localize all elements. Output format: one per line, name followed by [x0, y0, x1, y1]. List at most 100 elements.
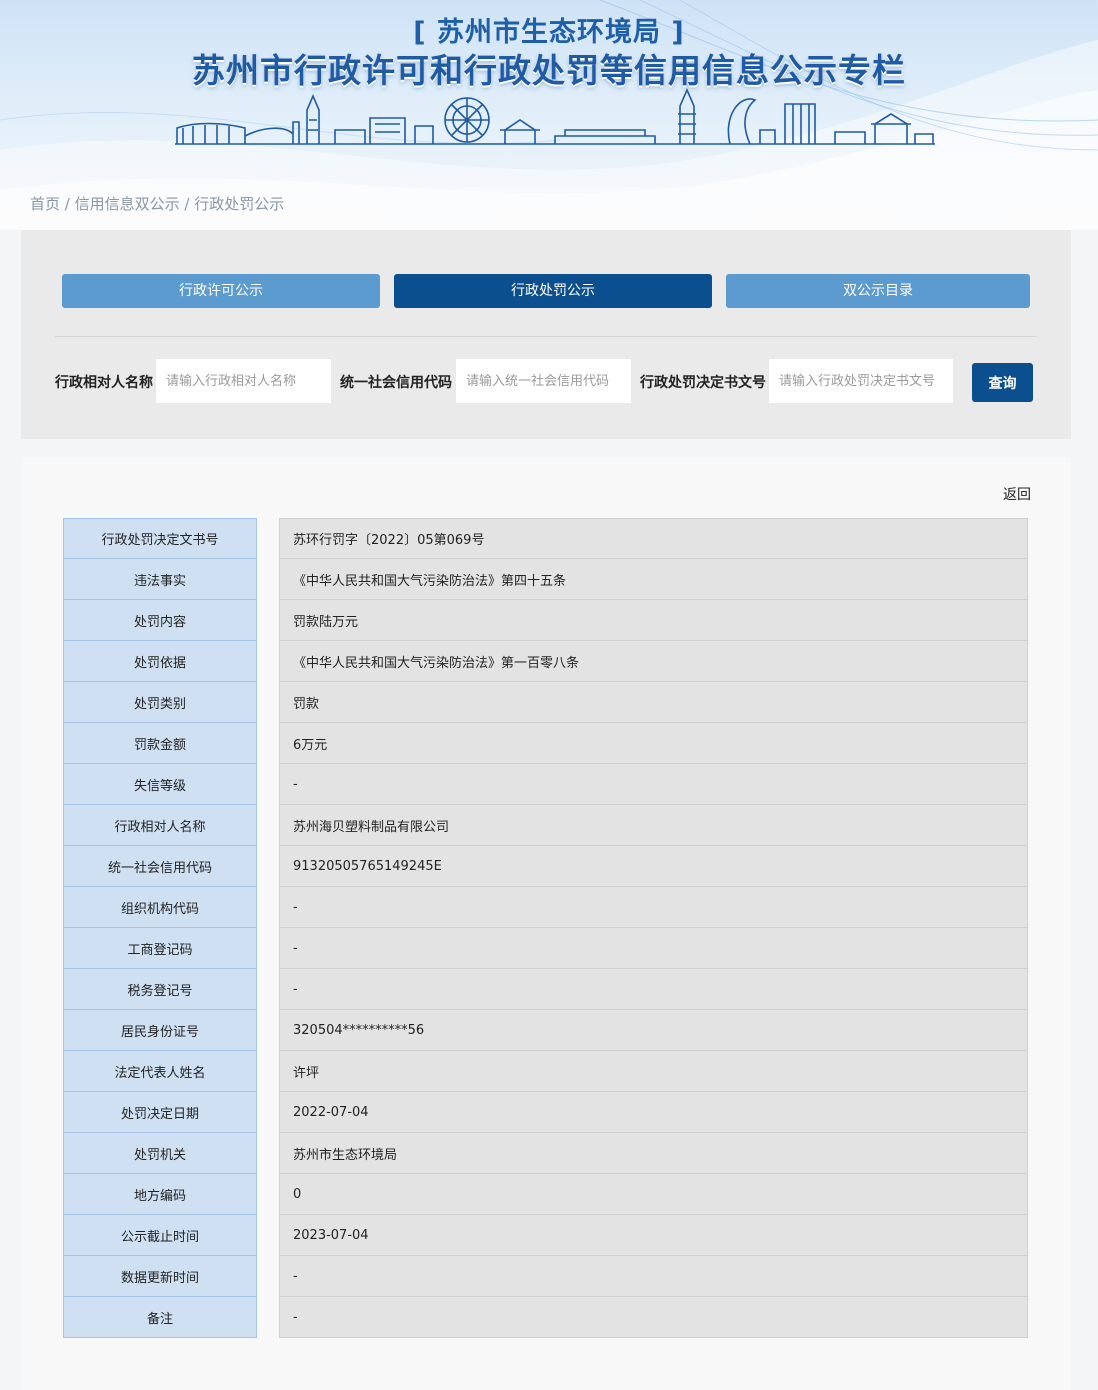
field-value: 91320505765149245E	[279, 846, 1028, 887]
field-value: 320504**********56	[279, 1010, 1028, 1051]
column-gap	[257, 518, 279, 559]
column-gap	[257, 1092, 279, 1133]
table-row: 组织机构代码 -	[63, 887, 1028, 928]
table-row: 备注 -	[63, 1297, 1028, 1338]
name-label: 行政相对人名称	[55, 375, 153, 391]
table-row: 违法事实 《中华人民共和国大气污染防治法》第四十五条	[63, 559, 1028, 600]
field-value: 许坪	[279, 1051, 1028, 1092]
detail-panel: 返回 行政处罚决定文书号 苏环行罚字〔2022〕05第069号 违法事实 《中华人民共…	[21, 457, 1071, 1390]
column-gap	[257, 1256, 279, 1297]
search-panel: 行政许可公示 行政处罚公示 双公示目录 行政相对人名称 统一社会信用代码 行政处…	[21, 230, 1071, 439]
field-value: 《中华人民共和国大气污染防治法》第四十五条	[279, 559, 1028, 600]
column-gap	[257, 641, 279, 682]
decision-no-label: 行政处罚决定书文号	[640, 375, 766, 391]
field-value: -	[279, 969, 1028, 1010]
field-value: 苏州市生态环境局	[279, 1133, 1028, 1174]
credit-code-label: 统一社会信用代码	[340, 375, 452, 391]
table-row: 居民身份证号 320504**********56	[63, 1010, 1028, 1051]
field-value: -	[279, 764, 1028, 805]
table-row: 行政处罚决定文书号 苏环行罚字〔2022〕05第069号	[63, 518, 1028, 559]
field-label: 处罚决定日期	[63, 1092, 257, 1133]
breadcrumb-separator: /	[179, 195, 195, 213]
table-row: 地方编码 0	[63, 1174, 1028, 1215]
table-row: 税务登记号 -	[63, 969, 1028, 1010]
field-value: 6万元	[279, 723, 1028, 764]
field-value: 0	[279, 1174, 1028, 1215]
table-row: 公示截止时间 2023-07-04	[63, 1215, 1028, 1256]
column-gap	[257, 1174, 279, 1215]
field-label: 违法事实	[63, 559, 257, 600]
column-gap	[257, 682, 279, 723]
table-row: 统一社会信用代码 91320505765149245E	[63, 846, 1028, 887]
breadcrumb: 首页 / 信用信息双公示 / 行政处罚公示	[30, 193, 284, 214]
field-value: 罚款陆万元	[279, 600, 1028, 641]
table-row: 数据更新时间 -	[63, 1256, 1028, 1297]
column-gap	[257, 1215, 279, 1256]
table-row: 处罚依据 《中华人民共和国大气污染防治法》第一百零八条	[63, 641, 1028, 682]
field-label: 法定代表人姓名	[63, 1051, 257, 1092]
back-link[interactable]: 返回	[1003, 484, 1031, 504]
field-value: 《中华人民共和国大气污染防治法》第一百零八条	[279, 641, 1028, 682]
table-row: 处罚机关 苏州市生态环境局	[63, 1133, 1028, 1174]
column-gap	[257, 600, 279, 641]
field-value: -	[279, 887, 1028, 928]
column-gap	[257, 764, 279, 805]
table-row: 行政相对人名称 苏州海贝塑料制品有限公司	[63, 805, 1028, 846]
decision-no-input[interactable]	[769, 359, 953, 403]
table-row: 失信等级 -	[63, 764, 1028, 805]
field-label: 处罚依据	[63, 641, 257, 682]
field-value: 苏环行罚字〔2022〕05第069号	[279, 518, 1028, 559]
penalty-detail-table: 行政处罚决定文书号 苏环行罚字〔2022〕05第069号 违法事实 《中华人民共和国大…	[63, 518, 1028, 1338]
field-label: 统一社会信用代码	[63, 846, 257, 887]
field-label: 工商登记码	[63, 928, 257, 969]
field-value: 2023-07-04	[279, 1215, 1028, 1256]
column-gap	[257, 969, 279, 1010]
divider	[55, 336, 1037, 337]
field-value: -	[279, 1297, 1028, 1338]
field-value: -	[279, 1256, 1028, 1297]
table-row: 罚款金额 6万元	[63, 723, 1028, 764]
field-value: 罚款	[279, 682, 1028, 723]
breadcrumb-home[interactable]: 首页	[30, 195, 60, 213]
field-value: -	[279, 928, 1028, 969]
field-label: 行政处罚决定文书号	[63, 518, 257, 559]
column-gap	[257, 723, 279, 764]
field-label: 处罚类别	[63, 682, 257, 723]
table-row: 处罚类别 罚款	[63, 682, 1028, 723]
city-skyline-icon	[175, 88, 935, 145]
breadcrumb-separator: /	[60, 195, 75, 213]
field-label: 备注	[63, 1297, 257, 1338]
column-gap	[257, 1010, 279, 1051]
breadcrumb-current: 行政处罚公示	[194, 195, 285, 213]
field-label: 罚款金额	[63, 723, 257, 764]
field-label: 居民身份证号	[63, 1010, 257, 1051]
table-row: 工商登记码 -	[63, 928, 1028, 969]
table-row: 处罚决定日期 2022-07-04	[63, 1092, 1028, 1133]
tab-license-publicity[interactable]: 行政许可公示	[62, 274, 380, 308]
table-row: 法定代表人姓名 许坪	[63, 1051, 1028, 1092]
column-gap	[257, 846, 279, 887]
field-value: 苏州海贝塑料制品有限公司	[279, 805, 1028, 846]
column-gap	[257, 887, 279, 928]
field-value: 2022-07-04	[279, 1092, 1028, 1133]
field-label: 税务登记号	[63, 969, 257, 1010]
column-gap	[257, 1133, 279, 1174]
breadcrumb-credit-dual[interactable]: 信用信息双公示	[75, 195, 180, 213]
column-gap	[257, 1297, 279, 1338]
column-gap	[257, 805, 279, 846]
tab-penalty-publicity[interactable]: 行政处罚公示	[394, 274, 712, 308]
field-label: 公示截止时间	[63, 1215, 257, 1256]
banner-title: 苏州市行政许可和行政处罚等信用信息公示专栏	[192, 51, 906, 90]
credit-code-input[interactable]	[456, 359, 631, 403]
field-label: 组织机构代码	[63, 887, 257, 928]
name-input[interactable]	[156, 359, 331, 403]
query-button[interactable]: 查询	[972, 363, 1033, 402]
field-label: 失信等级	[63, 764, 257, 805]
field-label: 数据更新时间	[63, 1256, 257, 1297]
tab-dual-catalog[interactable]: 双公示目录	[726, 274, 1030, 308]
field-label: 地方编码	[63, 1174, 257, 1215]
column-gap	[257, 1051, 279, 1092]
field-label: 行政相对人名称	[63, 805, 257, 846]
column-gap	[257, 559, 279, 600]
field-label: 处罚内容	[63, 600, 257, 641]
